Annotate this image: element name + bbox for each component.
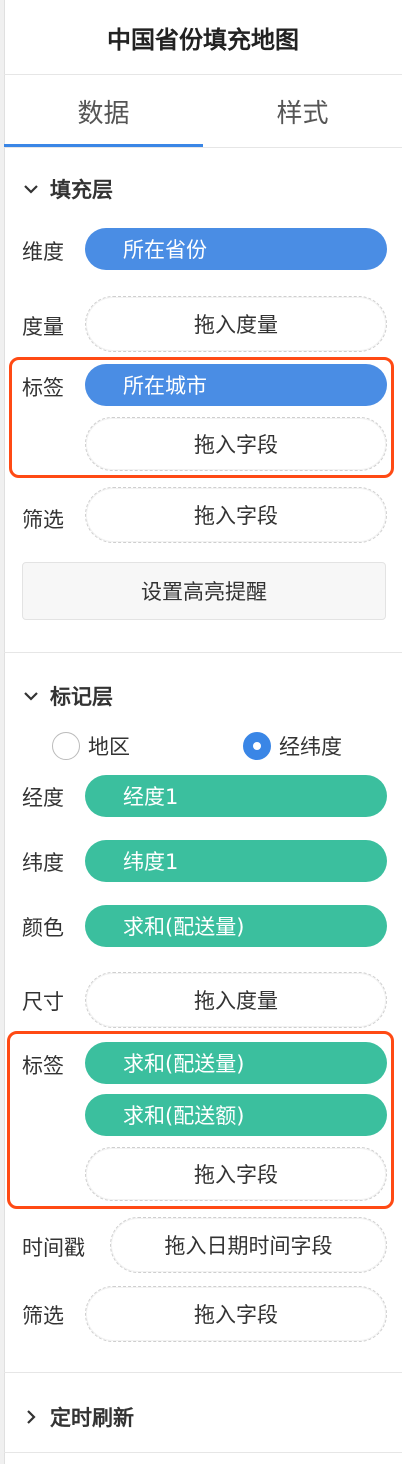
fill-layer-header[interactable]: 填充层 [22, 174, 113, 204]
measure-drop-zone[interactable]: 拖入度量 [85, 296, 387, 352]
radio-checked-icon [243, 732, 271, 760]
timestamp-label: 时间戳 [22, 1236, 85, 1260]
fill-tag-drop-zone[interactable]: 拖入字段 [85, 417, 387, 471]
section-divider [4, 1452, 402, 1453]
marker-layer-title: 标记层 [50, 685, 113, 709]
dimension-label: 维度 [22, 240, 64, 264]
marker-tag-field-pill-2[interactable]: 求和(配送额) [85, 1094, 387, 1136]
fill-layer-title: 填充层 [50, 178, 113, 202]
dimension-field-pill[interactable]: 所在省份 [85, 228, 387, 270]
size-label: 尺寸 [22, 990, 64, 1014]
radio-unchecked-icon [52, 732, 80, 760]
timestamp-drop-zone[interactable]: 拖入日期时间字段 [110, 1217, 387, 1273]
tab-data[interactable]: 数据 [4, 74, 203, 148]
page-title: 中国省份填充地图 [4, 0, 402, 75]
latitude-label: 纬度 [22, 851, 64, 875]
tab-style[interactable]: 样式 [203, 74, 402, 148]
section-divider [4, 1372, 402, 1373]
longitude-field-pill[interactable]: 经度1 [85, 775, 387, 817]
fill-filter-drop-zone[interactable]: 拖入字段 [85, 487, 387, 543]
color-field-pill[interactable]: 求和(配送量) [85, 905, 387, 947]
color-label: 颜色 [22, 916, 64, 940]
tab-divider [4, 147, 402, 148]
longitude-label: 经度 [22, 786, 64, 810]
settings-panel: 中国省份填充地图 数据 样式 填充层 维度 所在省份 度量 拖入度量 标签 所在… [0, 0, 402, 1464]
tab-bar: 数据 样式 [4, 74, 402, 148]
panel-edge [0, 0, 5, 1464]
timer-title: 定时刷新 [50, 1406, 134, 1430]
fill-tag-label: 标签 [22, 376, 64, 400]
marker-tag-drop-zone[interactable]: 拖入字段 [85, 1147, 387, 1201]
fill-tag-field-pill[interactable]: 所在城市 [85, 364, 387, 406]
section-divider [4, 652, 402, 653]
measure-label: 度量 [22, 315, 64, 339]
latitude-field-pill[interactable]: 纬度1 [85, 840, 387, 882]
radio-region-label: 地区 [88, 735, 130, 759]
chevron-down-icon [24, 185, 38, 194]
radio-latlng-label: 经纬度 [279, 735, 342, 759]
set-highlight-button[interactable]: 设置高亮提醒 [22, 562, 386, 620]
fill-filter-label: 筛选 [22, 508, 64, 532]
marker-tag-label: 标签 [22, 1054, 64, 1078]
size-drop-zone[interactable]: 拖入度量 [85, 972, 387, 1028]
radio-latlng[interactable]: 经纬度 [243, 731, 342, 761]
radio-region[interactable]: 地区 [52, 731, 130, 761]
chevron-down-icon [24, 692, 38, 701]
timer-header[interactable]: 定时刷新 [22, 1402, 134, 1432]
marker-filter-drop-zone[interactable]: 拖入字段 [85, 1286, 387, 1342]
chevron-right-icon [27, 1410, 36, 1424]
marker-tag-field-pill-1[interactable]: 求和(配送量) [85, 1042, 387, 1084]
marker-filter-label: 筛选 [22, 1304, 64, 1328]
marker-layer-header[interactable]: 标记层 [22, 681, 113, 711]
